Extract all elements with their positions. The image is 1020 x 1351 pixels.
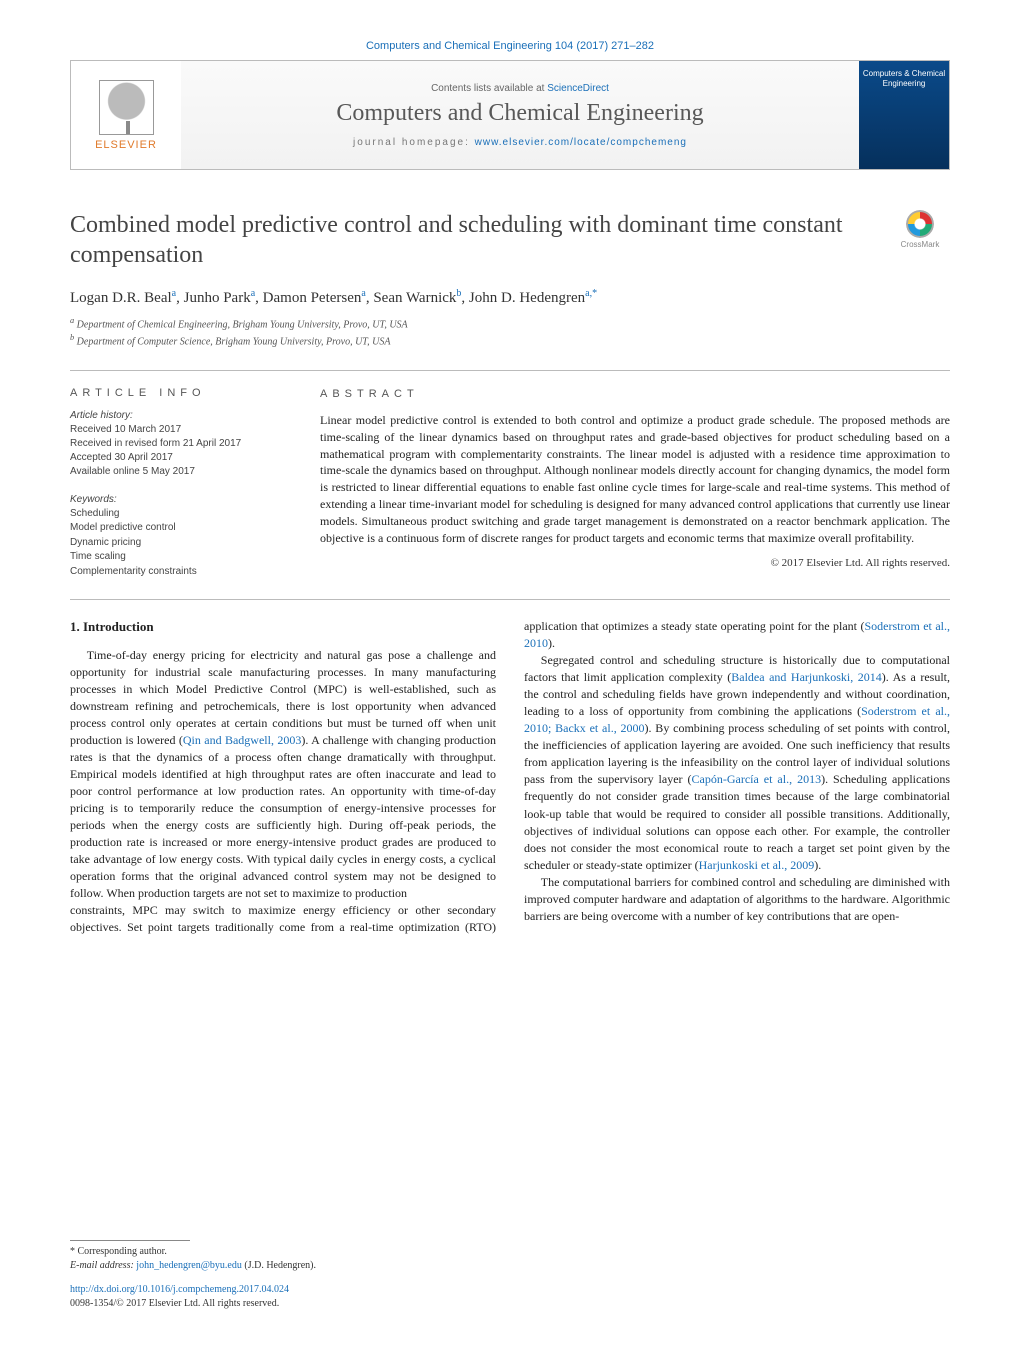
article-title: Combined model predictive control and sc…: [70, 210, 878, 270]
email-label: E-mail address:: [70, 1260, 136, 1271]
corresponding-email-link[interactable]: john_hedengren@byu.edu: [136, 1260, 242, 1271]
crossmark-badge[interactable]: CrossMark: [890, 210, 950, 270]
elsevier-tree-icon: [99, 80, 154, 135]
journal-masthead: ELSEVIER Contents lists available at Sci…: [70, 60, 950, 170]
section-rule: [70, 599, 950, 600]
crossmark-icon: [906, 210, 934, 238]
intro-p2-top-b: ).: [548, 636, 555, 650]
contents-lists-line: Contents lists available at ScienceDirec…: [431, 83, 609, 94]
abstract-heading: ABSTRACT: [320, 387, 950, 402]
intro-paragraph-2: Segregated control and scheduling struct…: [524, 652, 950, 873]
crossmark-label: CrossMark: [901, 240, 940, 249]
journal-cover-text: Computers & Chemical Engineering: [859, 69, 949, 88]
abstract-text: Linear model predictive control is exten…: [320, 412, 950, 546]
contents-prefix: Contents lists available at: [431, 83, 547, 94]
running-head: Computers and Chemical Engineering 104 (…: [70, 40, 950, 52]
article-history: Received 10 March 2017Received in revise…: [70, 423, 290, 479]
homepage-label: journal homepage:: [353, 137, 475, 148]
masthead-center: Contents lists available at ScienceDirec…: [181, 61, 859, 169]
footnote-rule: [70, 1240, 190, 1241]
cite-baldea-harjunkoski-2014[interactable]: Baldea and Harjunkoski, 2014: [731, 670, 882, 684]
intro-p1-b: ). A challenge with changing production …: [70, 733, 496, 900]
issn-copyright-line: 0098-1354/© 2017 Elsevier Ltd. All right…: [70, 1298, 279, 1309]
journal-name: Computers and Chemical Engineering: [336, 100, 703, 127]
section-heading-intro: 1. Introduction: [70, 618, 496, 636]
cite-harjunkoski-2009[interactable]: Harjunkoski et al., 2009: [699, 858, 815, 872]
article-info-heading: ARTICLE INFO: [70, 387, 290, 399]
journal-cover-thumb: Computers & Chemical Engineering: [859, 61, 949, 169]
intro-p2-e: ).: [814, 858, 821, 872]
page-footer: * Corresponding author. E-mail address: …: [70, 1240, 480, 1311]
publisher-name: ELSEVIER: [95, 139, 157, 151]
abstract-copyright: © 2017 Elsevier Ltd. All rights reserved…: [320, 556, 950, 571]
doi-link[interactable]: http://dx.doi.org/10.1016/j.compchemeng.…: [70, 1284, 289, 1295]
publisher-logo-block: ELSEVIER: [71, 61, 181, 169]
body-two-columns: 1. Introduction Time-of-day energy prici…: [70, 618, 950, 936]
corresponding-author-label: * Corresponding author.: [70, 1245, 480, 1259]
article-history-label: Article history:: [70, 409, 290, 423]
affiliations: a Department of Chemical Engineering, Br…: [70, 315, 950, 350]
keywords-label: Keywords:: [70, 493, 290, 507]
journal-homepage-line: journal homepage: www.elsevier.com/locat…: [353, 137, 687, 148]
journal-homepage-link[interactable]: www.elsevier.com/locate/compchemeng: [475, 137, 687, 148]
article-info-column: ARTICLE INFO Article history: Received 1…: [70, 387, 290, 580]
intro-paragraph-1: Time-of-day energy pricing for electrici…: [70, 647, 496, 902]
author-list: Logan D.R. Beala, Junho Parka, Damon Pet…: [70, 288, 950, 307]
cite-capon-garcia-2013[interactable]: Capón-García et al., 2013: [692, 772, 822, 786]
cite-qin-badgwell-2003[interactable]: Qin and Badgwell, 2003: [183, 733, 302, 747]
intro-paragraph-3: The computational barriers for combined …: [524, 874, 950, 925]
keywords-list: SchedulingModel predictive controlDynami…: [70, 507, 290, 580]
abstract-column: ABSTRACT Linear model predictive control…: [320, 387, 950, 580]
email-line: E-mail address: john_hedengren@byu.edu (…: [70, 1259, 480, 1273]
sciencedirect-link[interactable]: ScienceDirect: [547, 83, 609, 94]
email-name: (J.D. Hedengren).: [242, 1260, 316, 1271]
